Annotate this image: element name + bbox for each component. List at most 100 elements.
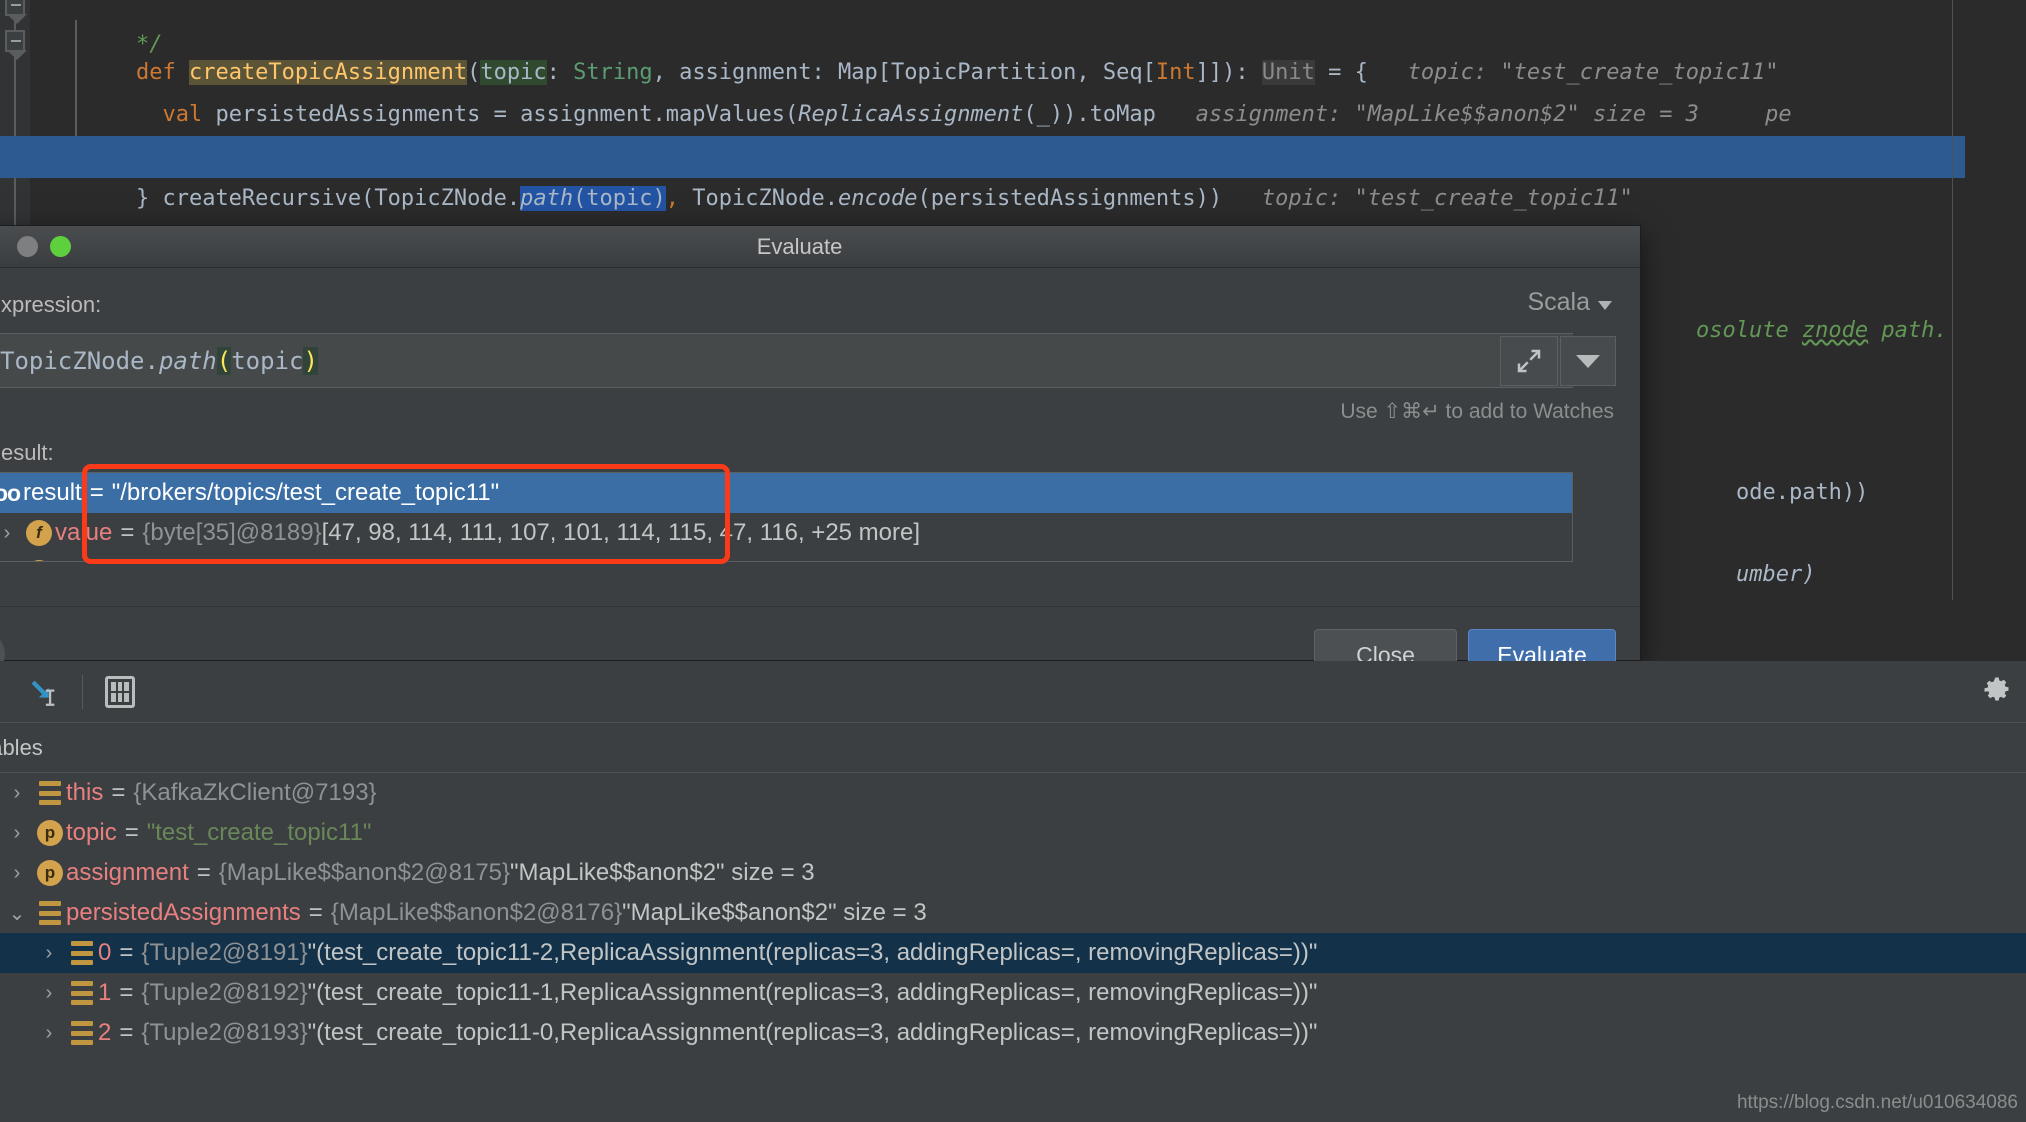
- expr-method: path: [159, 347, 217, 375]
- equals-sign: =: [119, 939, 133, 967]
- expression-label: xpression:: [1, 292, 101, 318]
- language-selector[interactable]: Scala: [1527, 288, 1612, 317]
- parameter-icon: p: [34, 820, 66, 846]
- field-icon: f: [23, 520, 55, 546]
- code-token: createRecursive(TopicZNode.: [136, 186, 520, 211]
- p-icon: p: [37, 860, 63, 886]
- variable-row-topic[interactable]: › p topic = "test_create_topic11": [0, 813, 2026, 853]
- variable-row-tuple-1[interactable]: › 1 = {Tuple2@8192} "(test_create_topic1…: [0, 973, 2026, 1013]
- variable-value-ref: {MapLike$$anon$2@8175}: [219, 859, 510, 887]
- result-value: 0: [145, 559, 158, 562]
- result-name: value: [55, 519, 112, 547]
- code-line-1: def createTopicAssignment(topic: String,…: [30, 10, 1778, 52]
- variable-value-ref: {Tuple2@8193}: [141, 1019, 307, 1047]
- equals-sign: =: [123, 559, 137, 562]
- variable-name: 0: [98, 939, 111, 967]
- variable-value-ref: {Tuple2@8191}: [141, 939, 307, 967]
- expand-editor-icon[interactable]: [1500, 336, 1558, 386]
- gear-icon[interactable]: [1982, 675, 2012, 710]
- dialog-title-bar[interactable]: Evaluate: [0, 226, 1640, 268]
- variable-row-assignment[interactable]: › p assignment = {MapLike$$anon$2@8175} …: [0, 853, 2026, 893]
- field-stack-icon: [66, 1021, 98, 1045]
- variable-name: this: [66, 779, 103, 807]
- object-icon: oo: [0, 480, 23, 507]
- variable-name: assignment: [66, 859, 189, 887]
- evaluate-dialog[interactable]: Evaluate xpression: Scala TopicZNode.pat…: [0, 225, 1641, 661]
- result-value-ref: {byte[35]@8189}: [142, 519, 321, 547]
- code-fold-marker-top[interactable]: [5, 0, 25, 16]
- p-icon: p: [37, 820, 63, 846]
- expression-input[interactable]: TopicZNode.path(topic): [0, 333, 1573, 388]
- variable-name: persistedAssignments: [66, 899, 301, 927]
- current-line-highlight: [0, 136, 1965, 178]
- result-name: result: [23, 479, 82, 507]
- code-fragment-number: umber): [1630, 512, 1815, 554]
- twisty-icon[interactable]: ›: [0, 782, 34, 805]
- equals-sign: =: [119, 1019, 133, 1047]
- twisty-icon[interactable]: ›: [32, 1022, 66, 1045]
- code-comment-typo: znode: [1802, 318, 1868, 343]
- equals-sign: =: [125, 819, 139, 847]
- variable-value-ref: {Tuple2@8192}: [141, 979, 307, 1007]
- code-method-path: path: [520, 186, 573, 211]
- variable-value: "MapLike$$anon$2" size = 3: [622, 899, 927, 927]
- code-fold-marker-def[interactable]: [5, 30, 25, 52]
- variable-value: "(test_create_topic11-1,ReplicaAssignmen…: [308, 979, 1318, 1007]
- expr-paren-close: ): [303, 347, 317, 375]
- result-tree[interactable]: ⌄ oo result = "/brokers/topics/test_crea…: [0, 472, 1573, 562]
- code-token: (persistedAssignments)): [917, 186, 1222, 211]
- expression-input-value: TopicZNode.path(topic): [0, 347, 318, 375]
- language-selector-label: Scala: [1527, 288, 1590, 317]
- code-fragment-comment: osolute znode path.: [1590, 268, 1948, 310]
- field-stack-icon: [34, 901, 66, 925]
- dialog-body: xpression: Scala TopicZNode.path(topic) …: [0, 268, 1640, 606]
- result-row-coder[interactable]: f coder = 0: [0, 553, 1572, 562]
- code-line-3-highlighted: createRecursive(TopicZNode.path(topic), …: [30, 94, 1633, 136]
- variable-value: "(test_create_topic11-0,ReplicaAssignmen…: [308, 1019, 1318, 1047]
- twisty-icon[interactable]: ›: [32, 982, 66, 1005]
- f-icon: f: [26, 560, 52, 562]
- expression-history-button[interactable]: [1560, 336, 1616, 386]
- dialog-title: Evaluate: [0, 234, 1640, 260]
- equals-sign: =: [119, 979, 133, 1007]
- result-row-value[interactable]: › f value = {byte[35]@8189} [47, 98, 114…: [0, 513, 1572, 553]
- evaluate-expression-arrow-icon[interactable]: [26, 675, 60, 709]
- expr-paren-open: (: [217, 347, 231, 375]
- variables-list[interactable]: › this = {KafkaZkClient@7193} › p topic …: [0, 773, 2026, 1053]
- twisty-icon[interactable]: ›: [0, 822, 34, 845]
- variable-row-persistedassignments[interactable]: ⌄ persistedAssignments = {MapLike$$anon$…: [0, 893, 2026, 933]
- variable-row-tuple-0[interactable]: › 0 = {Tuple2@8191} "(test_create_topic1…: [0, 933, 2026, 973]
- twisty-icon[interactable]: ›: [0, 522, 23, 545]
- calculator-icon[interactable]: [105, 676, 135, 708]
- variable-value: "test_create_topic11": [147, 819, 372, 847]
- expr-token: TopicZNode.: [0, 347, 159, 375]
- toolbar-divider: [82, 675, 83, 709]
- inline-debug-hint-topic2: topic: "test_create_topic11": [1222, 186, 1633, 211]
- field-stack-icon: [34, 781, 66, 805]
- equals-sign: =: [111, 779, 125, 807]
- add-to-watches-hint: Use ⇧⌘↵ to add to Watches: [1340, 399, 1614, 424]
- code-method-encode: encode: [838, 186, 917, 211]
- equals-sign: =: [90, 479, 104, 507]
- variables-header: riables: [0, 723, 2026, 773]
- result-label: esult:: [1, 440, 54, 466]
- twisty-icon[interactable]: ⌄: [0, 901, 34, 926]
- field-icon: f: [23, 560, 55, 562]
- oo-icon: oo: [0, 480, 20, 507]
- field-stack-icon: [66, 981, 98, 1005]
- code-comment-tail: path.: [1868, 318, 1947, 343]
- code-token: ode.path)): [1736, 480, 1868, 505]
- equals-sign: =: [120, 519, 134, 547]
- variable-name: topic: [66, 819, 117, 847]
- result-value: "/brokers/topics/test_create_topic11": [112, 479, 499, 507]
- code-token: (topic): [573, 186, 666, 211]
- code-fragment-path: ode.path)): [1630, 430, 1868, 472]
- variable-row-this[interactable]: › this = {KafkaZkClient@7193}: [0, 773, 2026, 813]
- code-comment-text: osolute: [1696, 318, 1802, 343]
- code-token: ,: [666, 186, 693, 211]
- variable-row-tuple-2[interactable]: › 2 = {Tuple2@8193} "(test_create_topic1…: [0, 1013, 2026, 1053]
- debugger-panel: riables › this = {KafkaZkClient@7193} › …: [0, 661, 2026, 1122]
- twisty-icon[interactable]: ›: [0, 862, 34, 885]
- result-row-result[interactable]: ⌄ oo result = "/brokers/topics/test_crea…: [0, 473, 1572, 513]
- twisty-icon[interactable]: ›: [32, 942, 66, 965]
